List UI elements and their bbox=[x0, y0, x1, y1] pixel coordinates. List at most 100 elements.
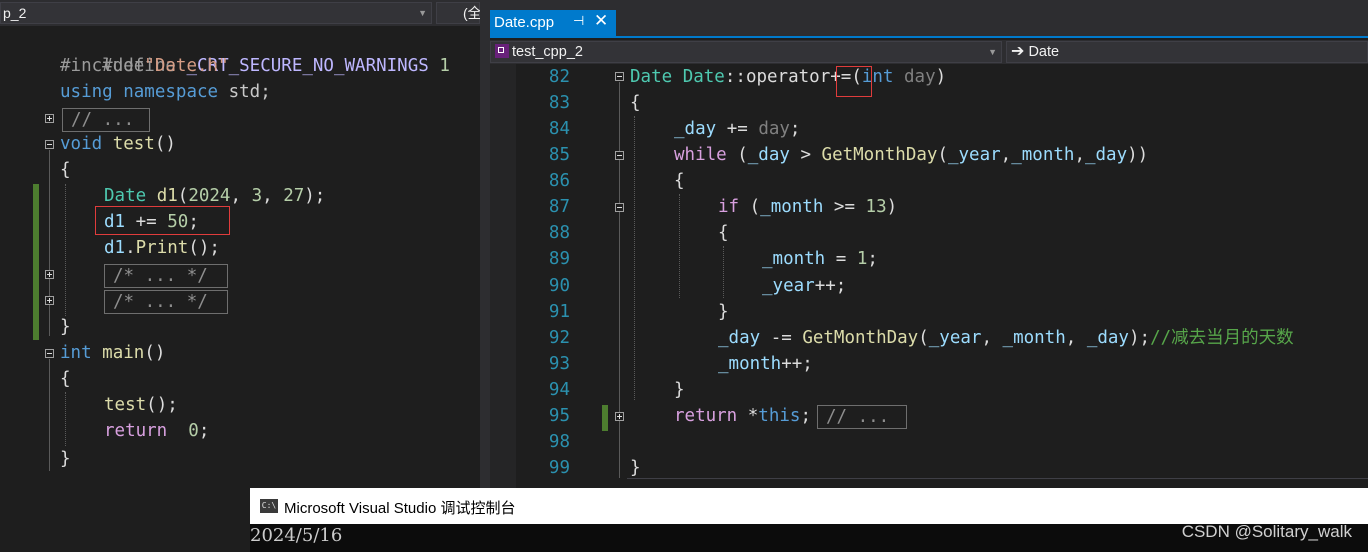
code-line-82[interactable]: Date Date::operator+=(int day) bbox=[630, 64, 946, 90]
number-literal: 1 bbox=[856, 249, 868, 269]
scope-dropdown-label: Date bbox=[1028, 44, 1060, 60]
code-line-94[interactable]: } bbox=[674, 377, 685, 403]
code-line-main-signature[interactable]: int main() bbox=[60, 340, 165, 366]
collapse-icon[interactable] bbox=[45, 349, 54, 358]
code-line-89[interactable]: _month = 1; bbox=[762, 246, 878, 272]
paren: ( bbox=[937, 145, 948, 165]
paren: ); bbox=[1128, 328, 1151, 348]
code-line-91[interactable]: } bbox=[718, 299, 729, 325]
if-keyword: if bbox=[718, 197, 740, 217]
comma: , bbox=[1074, 145, 1085, 165]
code-line-83[interactable]: { bbox=[630, 90, 641, 116]
paren: ( bbox=[918, 328, 929, 348]
right-navigation-bar: test_cpp_2 ▼ ➔ Date bbox=[490, 40, 1368, 64]
project-dropdown[interactable]: p_2 ▼ bbox=[0, 2, 432, 24]
tab-date-cpp[interactable]: Date.cpp ⊣ ✕ bbox=[490, 10, 616, 36]
collapse-icon[interactable] bbox=[615, 203, 624, 212]
code-line-86[interactable]: { bbox=[674, 168, 685, 194]
project-dropdown[interactable]: test_cpp_2 ▼ bbox=[490, 41, 1002, 63]
paren: ); bbox=[304, 186, 326, 206]
operator: > bbox=[789, 145, 822, 165]
code-line-test-signature[interactable]: void test() bbox=[60, 131, 176, 157]
console-title-bar[interactable]: C:\ Microsoft Visual Studio 调试控制台 bbox=[250, 488, 1368, 524]
code-line-95[interactable]: return *this; bbox=[674, 403, 811, 429]
expand-icon[interactable] bbox=[45, 114, 54, 123]
code-line-brace[interactable]: { bbox=[60, 366, 71, 392]
function-name: main bbox=[102, 343, 145, 363]
close-icon[interactable]: ✕ bbox=[594, 11, 608, 31]
collapse-icon[interactable] bbox=[45, 140, 54, 149]
scope-dropdown-label: (全 bbox=[463, 5, 480, 21]
number-literal: 13 bbox=[865, 197, 887, 217]
brace: { bbox=[60, 160, 71, 180]
int-keyword: int bbox=[60, 343, 92, 363]
code-line-define[interactable]: #define _CRT_SECURE_NO_WARNINGS 1 bbox=[60, 27, 450, 76]
code-line-brace[interactable]: } bbox=[60, 314, 71, 340]
macro-value: 1 bbox=[439, 56, 450, 76]
comma: , bbox=[1065, 328, 1087, 348]
line-number: 87 bbox=[548, 197, 570, 217]
pin-icon[interactable]: ⊣ bbox=[573, 13, 584, 29]
scope-operator: :: bbox=[724, 67, 746, 87]
parameter: day bbox=[904, 67, 936, 87]
expand-icon[interactable] bbox=[45, 270, 54, 279]
code-line-brace[interactable]: { bbox=[60, 157, 71, 183]
code-line-84[interactable]: _day += day; bbox=[674, 116, 800, 142]
function-name: Print bbox=[135, 238, 189, 258]
code-line-return[interactable]: return 0; bbox=[104, 418, 209, 444]
number-literal: 2024 bbox=[188, 186, 231, 206]
operator: * bbox=[737, 406, 759, 426]
arrow-right-icon: ➔ bbox=[1011, 43, 1025, 60]
collapsed-region[interactable]: // ... bbox=[62, 108, 150, 132]
line-number: 88 bbox=[548, 223, 570, 243]
member-variable: _day bbox=[718, 328, 761, 348]
line-number: 84 bbox=[548, 119, 570, 139]
collapse-icon[interactable] bbox=[615, 72, 624, 81]
class-name: Date bbox=[682, 67, 725, 87]
operator: -= bbox=[760, 328, 803, 348]
project-icon bbox=[495, 44, 509, 58]
fold-range-line bbox=[49, 150, 50, 336]
scope-dropdown[interactable]: (全 bbox=[436, 2, 480, 24]
debug-console-window[interactable]: C:\ Microsoft Visual Studio 调试控制台 2024/5… bbox=[250, 488, 1368, 552]
operator: ++; bbox=[814, 276, 847, 296]
collapsed-region[interactable]: /* ... */ bbox=[104, 264, 228, 288]
code-line-print[interactable]: d1.Print(); bbox=[104, 235, 220, 261]
collapsed-region[interactable]: /* ... */ bbox=[104, 290, 228, 314]
line-number: 95 bbox=[548, 406, 570, 426]
glyph-margin[interactable] bbox=[490, 64, 516, 490]
left-editor-pane[interactable]: p_2 ▼ (全 #define _CRT_SECURE_NO_WARNINGS… bbox=[0, 0, 480, 490]
line-number: 92 bbox=[548, 328, 570, 348]
member-variable: _year bbox=[762, 276, 815, 296]
chevron-down-icon: ▼ bbox=[418, 8, 427, 18]
console-app-icon: C:\ bbox=[260, 499, 278, 513]
code-line-88[interactable]: { bbox=[718, 220, 729, 246]
code-line-87[interactable]: if (_month >= 13) bbox=[718, 194, 897, 220]
code-line-brace[interactable]: } bbox=[60, 446, 71, 472]
type-name: Date bbox=[104, 186, 147, 206]
operator: = bbox=[825, 249, 857, 269]
variable-name: d1 bbox=[104, 238, 126, 258]
collapse-icon[interactable] bbox=[615, 151, 624, 160]
fold-range-line bbox=[49, 359, 50, 471]
code-line-call-test[interactable]: test(); bbox=[104, 392, 178, 418]
expand-icon[interactable] bbox=[615, 412, 624, 421]
expand-icon[interactable] bbox=[45, 296, 54, 305]
console-output-text: 2024/5/16 bbox=[250, 525, 343, 546]
code-line-93[interactable]: _month++; bbox=[718, 351, 813, 377]
collapsed-region[interactable]: // ... bbox=[817, 405, 907, 429]
member-variable: _day bbox=[1086, 328, 1129, 348]
pane-splitter[interactable] bbox=[480, 0, 490, 490]
scope-dropdown[interactable]: ➔ Date bbox=[1006, 41, 1368, 63]
code-line-include[interactable]: #include"Date.h" bbox=[60, 53, 229, 79]
code-line-using[interactable]: using namespace std; bbox=[60, 79, 271, 105]
comma: , bbox=[1000, 145, 1012, 165]
code-line-90[interactable]: _year++; bbox=[762, 273, 846, 299]
line-number: 89 bbox=[548, 249, 570, 269]
this-keyword: this bbox=[758, 406, 801, 426]
code-line-85[interactable]: while (_day > GetMonthDay(_year,_month,_… bbox=[674, 142, 1148, 168]
code-line-92[interactable]: _day -= GetMonthDay(_year, _month, _day)… bbox=[718, 325, 1294, 351]
brace: } bbox=[60, 449, 71, 469]
left-navigation-bar: p_2 ▼ (全 bbox=[0, 0, 480, 26]
comma: , bbox=[981, 328, 1003, 348]
